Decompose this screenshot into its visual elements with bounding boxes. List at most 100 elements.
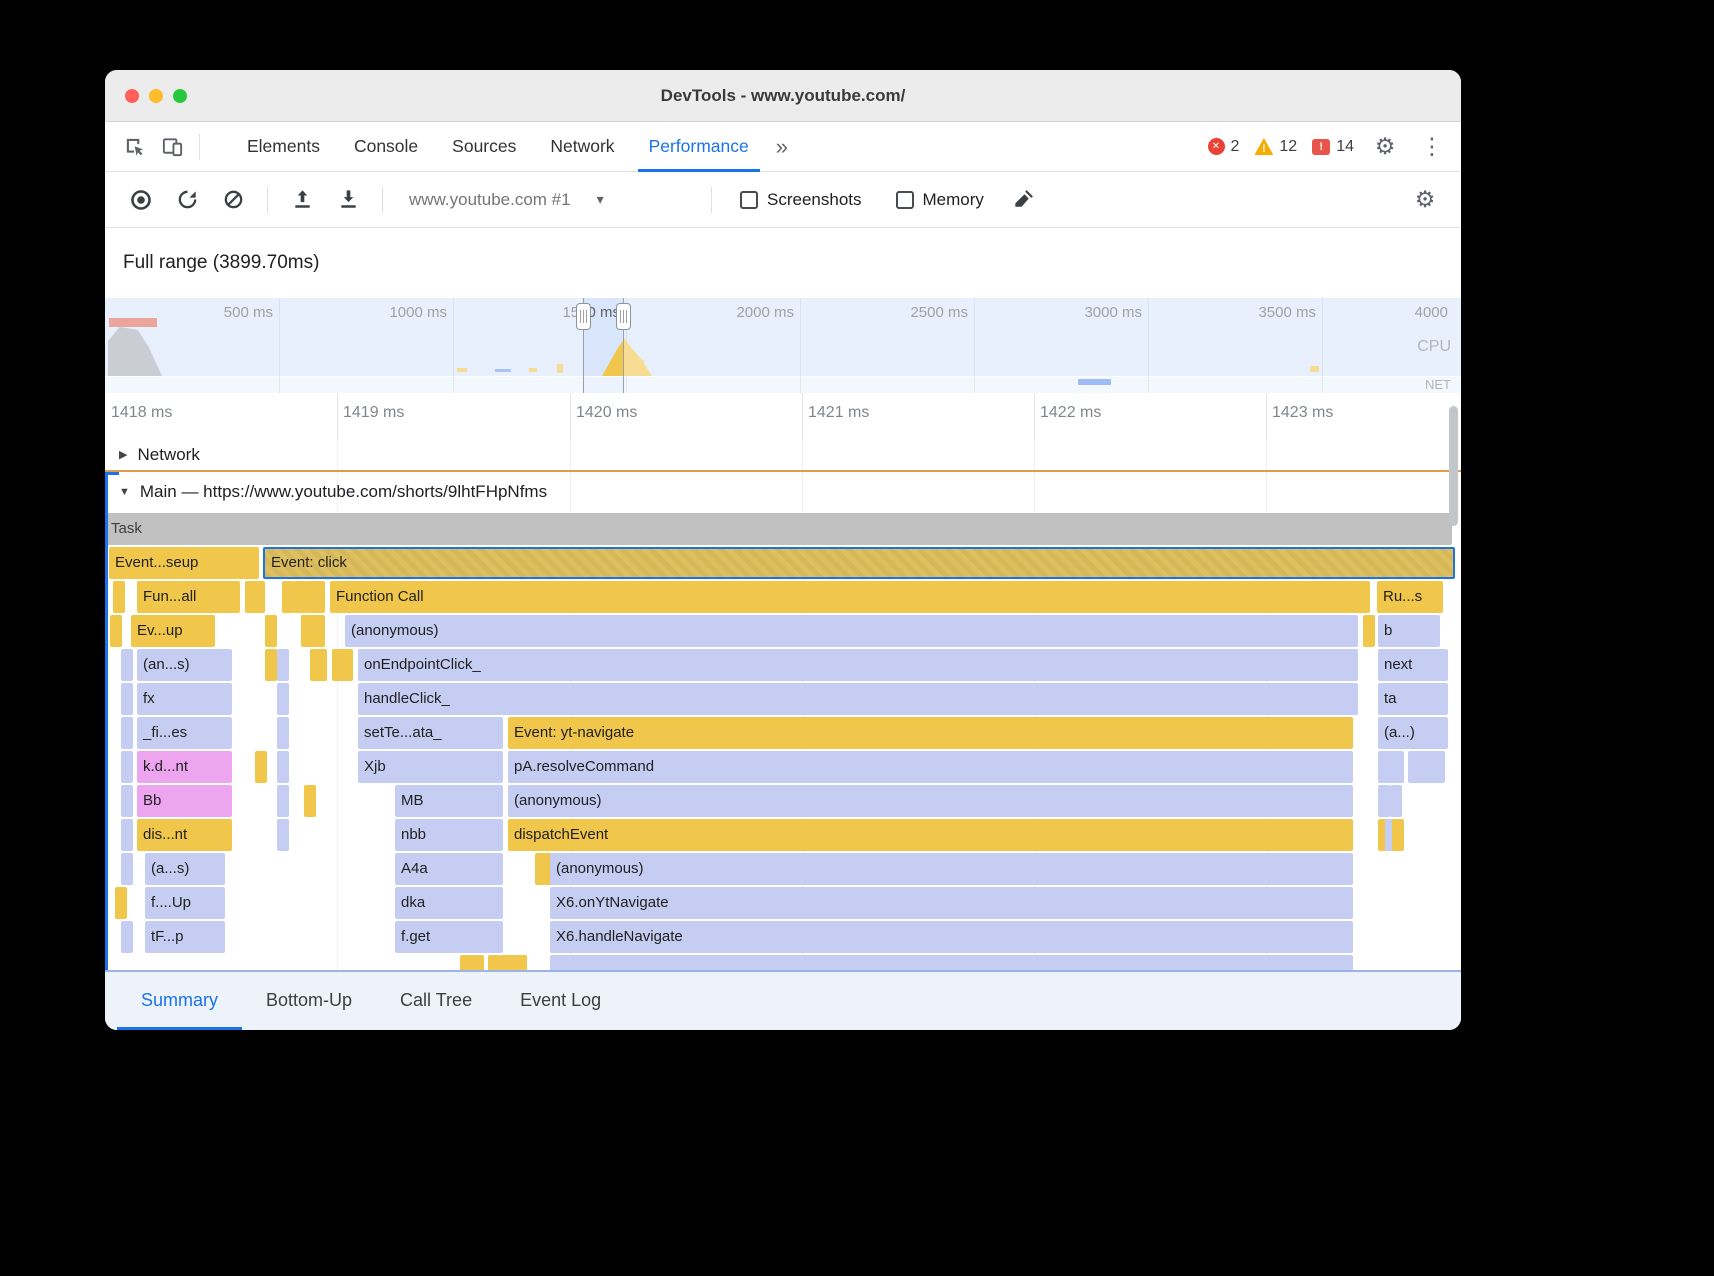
checkbox-box[interactable] xyxy=(896,191,914,209)
flame-bar[interactable] xyxy=(121,921,133,953)
flame-bar-x6-handlenavigate[interactable]: X6.handleNavigate xyxy=(550,921,1353,953)
flame-bar[interactable] xyxy=(277,649,289,681)
flame-bar[interactable] xyxy=(1378,785,1390,817)
flame-bar[interactable] xyxy=(277,785,289,817)
flame-bar[interactable] xyxy=(277,683,289,715)
disclosure-collapsed-icon[interactable]: ▶ xyxy=(119,448,127,461)
flame-bar[interactable] xyxy=(1408,751,1445,783)
tab-elements[interactable]: Elements xyxy=(230,122,337,172)
flame-bar[interactable] xyxy=(301,615,325,647)
flame-bar-fx[interactable]: fx xyxy=(137,683,232,715)
flame-bar-task[interactable]: Task xyxy=(105,513,1452,545)
flame-bar-tf-p[interactable]: tF...p xyxy=(145,921,225,953)
device-toolbar-icon[interactable] xyxy=(153,128,191,166)
flame-bar[interactable] xyxy=(1363,615,1375,647)
flame-bar[interactable] xyxy=(499,955,527,970)
capture-settings-gear-icon[interactable]: ⚙ xyxy=(1405,180,1445,220)
flame-bar-anonymous[interactable]: (anonymous) xyxy=(550,853,1353,885)
flame-bar[interactable] xyxy=(1390,785,1402,817)
flame-bar-pa-resolvecommand[interactable]: pA.resolveCommand xyxy=(508,751,1353,783)
flame-bar-f-get[interactable]: f.get xyxy=(395,921,503,953)
disclosure-expanded-icon[interactable]: ▼ xyxy=(119,486,130,498)
flame-bar[interactable] xyxy=(255,751,267,783)
flame-bar[interactable] xyxy=(121,751,133,783)
flame-bar-anonymous[interactable]: (anonymous) xyxy=(345,615,1358,647)
flame-bar-a[interactable]: (a...) xyxy=(1378,717,1448,749)
flame-bar-event-click[interactable]: Event: click xyxy=(263,547,1455,579)
flame-chart[interactable]: TaskEvent...seupEvent: click Fun...all Fun… xyxy=(105,512,1461,970)
flame-bar-a-s[interactable]: (a...s) xyxy=(145,853,225,885)
flame-bar-bb[interactable]: Bb xyxy=(137,785,232,817)
kebab-menu-icon[interactable]: ⋮ xyxy=(1413,128,1451,166)
timeline-ruler[interactable]: 1418 ms1419 ms1420 ms1421 ms1422 ms1423 … xyxy=(105,393,1461,439)
collect-garbage-icon[interactable] xyxy=(1004,180,1044,220)
flame-bar-ev-up[interactable]: Ev...up xyxy=(131,615,215,647)
flame-bar-ru-s[interactable]: Ru...s xyxy=(1377,581,1443,613)
console-errors-badge[interactable]: ✕ 2 xyxy=(1205,138,1243,156)
tab-sources[interactable]: Sources xyxy=(435,122,533,172)
flame-bar[interactable] xyxy=(121,819,133,851)
flame-bar[interactable] xyxy=(265,615,277,647)
flame-bar-mb[interactable]: MB xyxy=(395,785,503,817)
flame-bar[interactable] xyxy=(304,581,325,613)
record-button[interactable] xyxy=(121,180,161,220)
tab-bottom-up[interactable]: Bottom-Up xyxy=(242,972,376,1030)
flame-bar[interactable] xyxy=(110,615,122,647)
selection-handle-right[interactable] xyxy=(616,303,631,330)
flame-bar-onendpointclick[interactable]: onEndpointClick_ xyxy=(358,649,1358,681)
network-track-header[interactable]: ▶ Network xyxy=(105,439,1461,472)
flame-bar[interactable] xyxy=(1392,819,1404,851)
flame-bar[interactable] xyxy=(121,785,133,817)
console-warnings-badge[interactable]: ! 12 xyxy=(1251,138,1300,156)
flame-bar[interactable] xyxy=(1378,751,1404,783)
flame-bar-dis-nt[interactable]: dis...nt xyxy=(137,819,232,851)
flame-bar[interactable] xyxy=(277,819,289,851)
flame-bar-xjb[interactable]: Xjb xyxy=(358,751,503,783)
flame-bar-x6-onytnavigate[interactable]: X6.onYtNavigate xyxy=(550,887,1353,919)
flame-bar[interactable] xyxy=(121,717,133,749)
flame-bar[interactable] xyxy=(265,649,277,681)
tab-console[interactable]: Console xyxy=(337,122,435,172)
tab-event-log[interactable]: Event Log xyxy=(496,972,625,1030)
flame-bar-k-d-nt[interactable]: k.d...nt xyxy=(137,751,232,783)
flame-bar-b[interactable]: b xyxy=(1378,615,1440,647)
checkbox-box[interactable] xyxy=(740,191,758,209)
profile-select[interactable]: www.youtube.com #1 ▾ xyxy=(397,190,697,210)
close-window-button[interactable] xyxy=(125,89,139,103)
flame-bar-dka[interactable]: dka xyxy=(395,887,503,919)
flame-bar[interactable] xyxy=(277,717,289,749)
tab-summary[interactable]: Summary xyxy=(117,972,242,1030)
flame-bar-anonymous[interactable]: (anonymous) xyxy=(508,785,1353,817)
tab-performance[interactable]: Performance xyxy=(632,122,766,172)
flame-bar-ta[interactable]: ta xyxy=(1378,683,1448,715)
more-tabs-button[interactable]: » xyxy=(766,134,798,160)
flame-bar-nbb[interactable]: nbb xyxy=(395,819,503,851)
vertical-scrollbar-thumb[interactable] xyxy=(1449,406,1458,526)
issues-badge[interactable]: ! 14 xyxy=(1309,138,1357,156)
flame-bar-event-seup[interactable]: Event...seup xyxy=(109,547,259,579)
load-profile-icon[interactable] xyxy=(282,180,322,220)
screenshots-checkbox[interactable]: Screenshots xyxy=(740,190,862,210)
flame-bar[interactable] xyxy=(470,955,484,970)
flame-bar[interactable] xyxy=(310,649,327,681)
flame-bar-function-call[interactable]: Function Call xyxy=(330,581,1370,613)
flame-bar-sette-ata[interactable]: setTe...ata_ xyxy=(358,717,503,749)
main-track-header[interactable]: ▼ Main — https://www.youtube.com/shorts/… xyxy=(105,472,1461,512)
flame-bar[interactable] xyxy=(253,581,265,613)
flame-bar-an-s[interactable]: (an...s) xyxy=(137,649,232,681)
flame-bar[interactable] xyxy=(550,955,1353,970)
flame-bar[interactable] xyxy=(304,785,316,817)
selection-handle-left[interactable] xyxy=(576,303,591,330)
flame-bar-a4a[interactable]: A4a xyxy=(395,853,503,885)
flame-bar-fun-all[interactable]: Fun...all xyxy=(137,581,240,613)
flame-bar-dispatchevent[interactable]: dispatchEvent xyxy=(508,819,1353,851)
flame-bar[interactable] xyxy=(113,581,125,613)
tab-call-tree[interactable]: Call Tree xyxy=(376,972,496,1030)
flame-bar-f-up[interactable]: f....Up xyxy=(145,887,225,919)
flame-bar-next[interactable]: next xyxy=(1378,649,1448,681)
minimize-window-button[interactable] xyxy=(149,89,163,103)
save-profile-icon[interactable] xyxy=(328,180,368,220)
reload-and-record-button[interactable] xyxy=(167,180,207,220)
flame-bar[interactable] xyxy=(115,887,127,919)
flame-bar[interactable] xyxy=(277,751,289,783)
